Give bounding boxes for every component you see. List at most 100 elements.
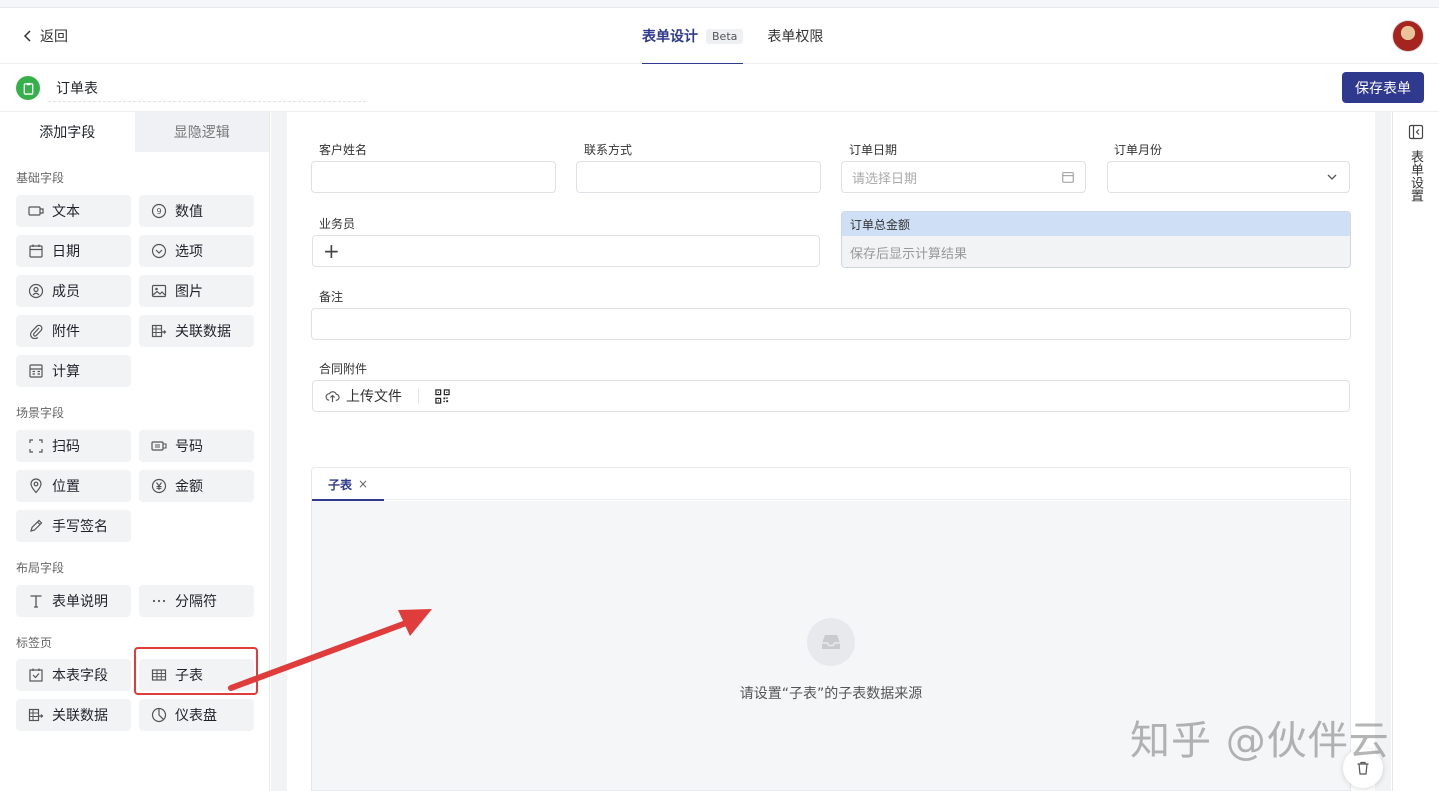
group-title-layout: 布局字段 bbox=[16, 561, 65, 575]
qr-code-icon[interactable] bbox=[435, 388, 450, 404]
field-label-order-total: 订单总金额 bbox=[842, 212, 1350, 236]
save-form-button[interactable]: 保存表单 bbox=[1342, 72, 1424, 103]
field-button-label: 图片 bbox=[175, 284, 203, 300]
ellipsis-icon bbox=[150, 593, 167, 610]
add-member-icon[interactable]: + bbox=[323, 239, 340, 263]
palette-tabs: 添加字段 显隐逻辑 bbox=[0, 112, 269, 152]
field-button-signature[interactable]: 手写签名 bbox=[16, 510, 131, 542]
contact-input[interactable] bbox=[576, 161, 821, 193]
annotation-arrow bbox=[228, 609, 432, 691]
group-title-basic: 基础字段 bbox=[16, 171, 65, 185]
text-t-icon bbox=[27, 593, 44, 610]
field-button-label: 选项 bbox=[175, 244, 203, 260]
field-button-scan[interactable]: 扫码 bbox=[16, 430, 131, 462]
back-label: 返回 bbox=[40, 29, 68, 45]
field-button-label: 金额 bbox=[175, 479, 203, 495]
order-month-select[interactable] bbox=[1107, 161, 1350, 193]
canvas-scrollbar[interactable] bbox=[1376, 112, 1391, 791]
field-button-label: 本表字段 bbox=[52, 668, 108, 684]
field-label-remarks: 备注 bbox=[319, 290, 344, 304]
field-button-calculation[interactable]: 计算 bbox=[16, 355, 131, 387]
order-total-calc-field[interactable]: 订单总金额 保存后显示计算结果 bbox=[841, 211, 1351, 268]
field-button-label: 文本 bbox=[52, 204, 80, 220]
form-settings-panel[interactable]: 表单设置 bbox=[1392, 112, 1439, 791]
remarks-input[interactable] bbox=[311, 308, 1351, 340]
field-button-date[interactable]: 日期 bbox=[16, 235, 131, 267]
field-button-label: 关联数据 bbox=[175, 324, 231, 340]
field-button-number[interactable]: 9 数值 bbox=[139, 195, 254, 227]
tab-form-design[interactable]: 表单设计 Beta bbox=[642, 8, 744, 65]
svg-text:9: 9 bbox=[156, 207, 161, 216]
field-button-amount[interactable]: 金额 bbox=[139, 470, 254, 502]
scan-icon bbox=[27, 438, 44, 455]
upload-divider bbox=[418, 388, 419, 404]
number-icon: 9 bbox=[150, 203, 167, 220]
field-label-customer-name: 客户姓名 bbox=[319, 143, 368, 157]
field-button-label: 位置 bbox=[52, 479, 80, 495]
field-button-label: 表单说明 bbox=[52, 594, 108, 610]
field-label-contact: 联系方式 bbox=[584, 143, 633, 157]
calendar-icon bbox=[27, 243, 44, 260]
field-button-serial-number[interactable]: 号码 bbox=[139, 430, 254, 462]
member-icon bbox=[27, 283, 44, 300]
panel-collapse-icon[interactable] bbox=[1408, 124, 1424, 140]
tab-form-permissions[interactable]: 表单权限 bbox=[767, 8, 823, 64]
salesperson-member-picker[interactable]: + bbox=[312, 235, 820, 267]
field-button-label: 扫码 bbox=[52, 439, 80, 455]
field-label-order-date: 订单日期 bbox=[849, 143, 898, 157]
field-button-label: 附件 bbox=[52, 324, 80, 340]
order-date-picker[interactable]: 请选择日期 bbox=[841, 161, 1086, 193]
tab-visibility-logic[interactable]: 显隐逻辑 bbox=[134, 112, 269, 152]
field-button-text[interactable]: 文本 bbox=[16, 195, 131, 227]
customer-name-input[interactable] bbox=[311, 161, 556, 193]
form-fields-icon bbox=[27, 667, 44, 684]
tab-add-field[interactable]: 添加字段 bbox=[0, 112, 135, 152]
upload-file-button[interactable]: 上传文件 bbox=[346, 386, 402, 406]
field-button-this-form-fields[interactable]: 本表字段 bbox=[16, 659, 131, 691]
field-button-location[interactable]: 位置 bbox=[16, 470, 131, 502]
field-button-label: 手写签名 bbox=[52, 519, 108, 535]
field-button-option[interactable]: 选项 bbox=[139, 235, 254, 267]
field-button-label: 数值 bbox=[175, 204, 203, 220]
yen-icon bbox=[150, 478, 167, 495]
form-settings-label: 表单设置 bbox=[1408, 150, 1423, 202]
field-label-salesperson: 业务员 bbox=[319, 217, 356, 231]
image-icon bbox=[150, 283, 167, 300]
option-icon bbox=[150, 243, 167, 260]
chevron-down-icon bbox=[1327, 174, 1337, 180]
field-button-attachment[interactable]: 附件 bbox=[16, 315, 131, 347]
form-name-input[interactable]: 订单表 bbox=[48, 74, 366, 102]
tab-form-permissions-label: 表单权限 bbox=[767, 29, 824, 45]
inbox-icon bbox=[807, 618, 855, 666]
order-date-placeholder: 请选择日期 bbox=[852, 171, 918, 187]
chevron-left-icon bbox=[23, 30, 31, 42]
contract-upload-field: 上传文件 bbox=[312, 380, 1350, 412]
user-avatar[interactable] bbox=[1392, 20, 1424, 52]
form-title-bar: 订单表 保存表单 bbox=[0, 64, 1439, 112]
text-field-icon bbox=[27, 203, 44, 220]
field-button-relation-data[interactable]: 关联数据 bbox=[139, 315, 254, 347]
tab-subtable[interactable]: 子表 × bbox=[312, 468, 385, 501]
field-button-member[interactable]: 成员 bbox=[16, 275, 131, 307]
field-button-label: 关联数据 bbox=[52, 708, 108, 724]
subtable-empty-text: 请设置“子表”的子表数据来源 bbox=[739, 686, 923, 702]
design-tabs: 表单设计 Beta 表单权限 bbox=[642, 8, 823, 65]
field-label-contract-attachment: 合同附件 bbox=[319, 362, 368, 376]
window-top-strip bbox=[0, 0, 1439, 8]
calendar-icon bbox=[1062, 172, 1074, 183]
field-button-label: 分隔符 bbox=[175, 594, 217, 610]
dashboard-icon bbox=[150, 707, 167, 724]
signature-icon bbox=[27, 518, 44, 535]
close-icon[interactable]: × bbox=[358, 477, 368, 491]
field-button-relation-data-tab[interactable]: 关联数据 bbox=[16, 699, 131, 731]
field-label-order-month: 订单月份 bbox=[1114, 143, 1163, 157]
upload-cloud-icon bbox=[325, 390, 340, 402]
back-button[interactable]: 返回 bbox=[22, 26, 68, 46]
top-navigation: 返回 表单设计 Beta 表单权限 bbox=[0, 8, 1439, 65]
tab-form-design-label: 表单设计 bbox=[642, 29, 698, 45]
field-button-image[interactable]: 图片 bbox=[139, 275, 254, 307]
field-button-form-description[interactable]: 表单说明 bbox=[16, 585, 131, 617]
order-total-hint: 保存后显示计算结果 bbox=[842, 236, 1350, 267]
group-title-scene: 场景字段 bbox=[16, 406, 65, 420]
subtable-tab-bar: 子表 × bbox=[312, 468, 1350, 501]
